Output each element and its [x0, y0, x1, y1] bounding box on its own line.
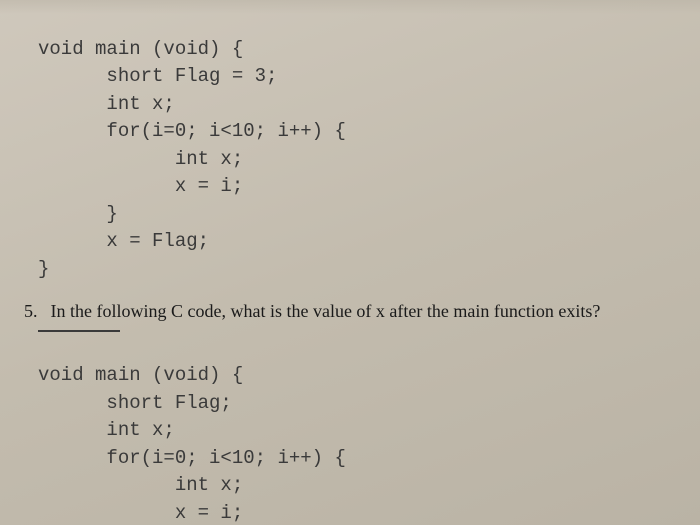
code-line: x = i;	[38, 175, 243, 197]
code-line: void main (void) {	[38, 364, 243, 386]
code-block-top: void main (void) { short Flag = 3; int x…	[38, 8, 676, 283]
code-line: }	[38, 258, 49, 280]
question-line: 5. In the following C code, what is the …	[24, 301, 676, 322]
code-line: for(i=0; i<10; i++) {	[38, 447, 346, 469]
code-line: x = i;	[38, 502, 243, 524]
code-line: int x;	[38, 148, 243, 170]
code-line: void main (void) {	[38, 38, 243, 60]
code-line: int x;	[38, 419, 175, 441]
code-line: int x;	[38, 474, 243, 496]
code-line: x = Flag;	[38, 230, 209, 252]
horizontal-rule	[38, 330, 120, 332]
worksheet-page: void main (void) { short Flag = 3; int x…	[0, 0, 700, 525]
code-line: short Flag;	[38, 392, 232, 414]
question-text: In the following C code, what is the val…	[51, 301, 601, 321]
question-number: 5.	[24, 301, 46, 322]
code-block-bottom: void main (void) { short Flag; int x; fo…	[38, 334, 676, 525]
code-line: short Flag = 3;	[38, 65, 277, 87]
code-line: for(i=0; i<10; i++) {	[38, 120, 346, 142]
code-line: }	[38, 203, 118, 225]
code-line: int x;	[38, 93, 175, 115]
